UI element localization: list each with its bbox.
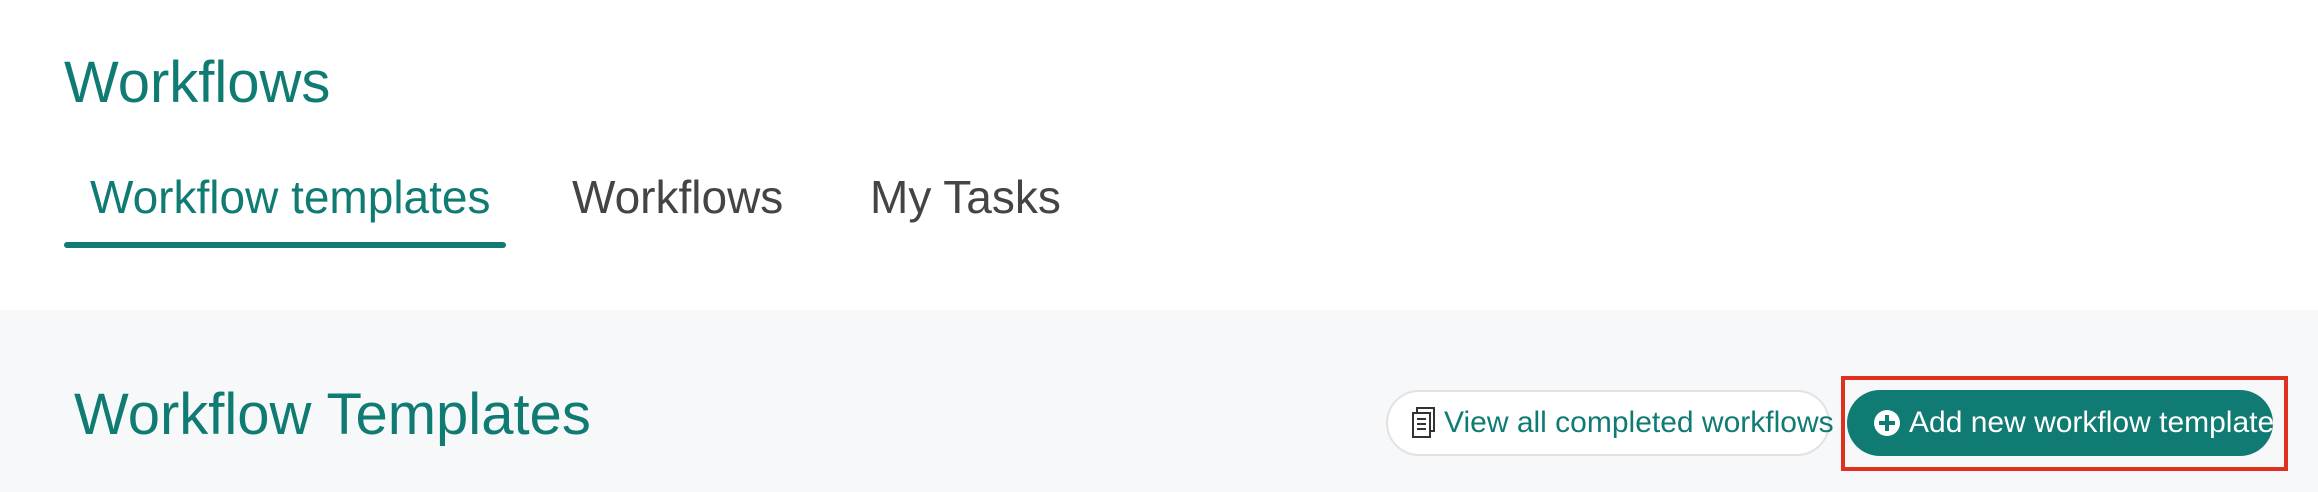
- view-completed-workflows-label: View all completed workflows: [1444, 406, 1834, 439]
- page-title: Workflows: [64, 50, 331, 115]
- tab-workflows-label: Workflows: [572, 171, 784, 223]
- view-completed-workflows-button[interactable]: View all completed workflows: [1386, 390, 1834, 456]
- document-icon: [1410, 406, 1438, 440]
- tab-my-tasks-label: My Tasks: [870, 171, 1061, 223]
- tab-workflows[interactable]: Workflows: [572, 160, 783, 248]
- tab-workflow-templates-label: Workflow templates: [90, 171, 491, 223]
- workflow-templates-section: Workflow Templates View all completed wo…: [0, 310, 2318, 492]
- header: Workflows Workflow templates Workflows M…: [0, 0, 2318, 310]
- section-title: Workflow Templates: [74, 382, 591, 447]
- tab-workflow-templates[interactable]: Workflow templates: [90, 160, 491, 248]
- add-new-workflow-template-button[interactable]: Add new workflow template: [1847, 390, 2275, 456]
- active-tab-indicator: [64, 242, 506, 248]
- add-new-workflow-template-label: Add new workflow template: [1909, 406, 2275, 439]
- plus-circle-icon: [1873, 409, 1901, 437]
- tab-my-tasks[interactable]: My Tasks: [870, 160, 1061, 248]
- page: Workflows Workflow templates Workflows M…: [0, 0, 2318, 492]
